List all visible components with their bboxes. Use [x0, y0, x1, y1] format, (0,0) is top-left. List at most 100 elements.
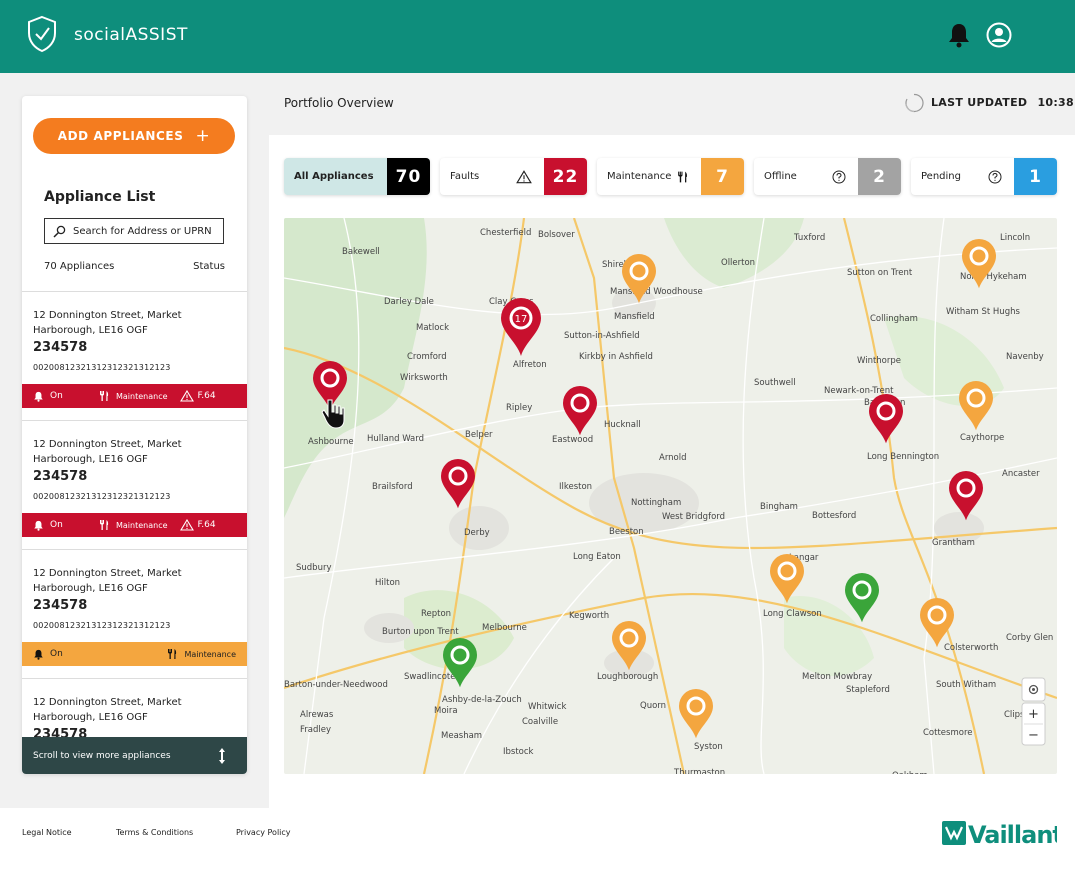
- top-bar: socialASSIST: [0, 0, 1075, 73]
- status-on-label: On: [50, 391, 63, 401]
- map-place-label: Mansfield Woodhouse: [610, 287, 703, 297]
- list-item[interactable]: 12 Donnington Street, Market Harborough,…: [22, 292, 247, 421]
- map-place-label: Caythorpe: [960, 433, 1004, 443]
- appliance-map[interactable]: Chesterfield Bolsover Tuxford Lincoln Bakewe…: [284, 218, 1057, 774]
- svg-text:Vaillant: Vaillant: [968, 821, 1057, 848]
- map-place-label: Chesterfield: [480, 228, 531, 238]
- map-place-label: Darley Dale: [384, 297, 434, 307]
- status-on-label: On: [50, 520, 63, 530]
- appliance-serial: 00200812321312312321312123: [33, 621, 171, 630]
- status-maintenance: Maintenance: [166, 648, 236, 660]
- fault-code: F.64: [197, 520, 216, 530]
- stat-value: 7: [701, 158, 744, 195]
- appliance-address: 12 Donnington Street, Market Harborough,…: [33, 439, 182, 465]
- add-appliances-button[interactable]: ADD APPLIANCES +: [33, 118, 235, 154]
- map-place-label: Coalville: [522, 717, 558, 727]
- user-account-icon[interactable]: [986, 22, 1012, 48]
- zoom-in-button[interactable]: +: [1028, 707, 1039, 722]
- map-place-label: Ashbourne: [308, 437, 354, 447]
- appliance-uprn: 234578: [33, 598, 88, 613]
- plus-icon: +: [195, 126, 211, 146]
- list-item[interactable]: 12 Donnington Street, Market Harborough,…: [22, 421, 247, 550]
- map-place-label: Corby Glen: [1006, 633, 1053, 643]
- stat-offline[interactable]: Offline 2: [754, 158, 901, 195]
- stat-label: Offline: [754, 170, 858, 184]
- map-place-label: Long Eaton: [573, 552, 621, 562]
- map-place-label: Quorn: [640, 701, 666, 711]
- privacy-link[interactable]: Privacy Policy: [236, 828, 291, 837]
- status-bar: On Maintenance F.64: [22, 513, 247, 537]
- status-column-header: Status: [193, 261, 225, 272]
- appliance-list[interactable]: 12 Donnington Street, Market Harborough,…: [22, 291, 247, 774]
- warning-icon: [179, 519, 194, 531]
- map-place-label: Stapleford: [846, 685, 890, 695]
- refresh-icon[interactable]: [904, 93, 924, 113]
- stat-value: 1: [1014, 158, 1057, 195]
- map-place-label: Melbourne: [482, 623, 527, 633]
- appliance-address: 12 Donnington Street, Market Harborough,…: [33, 310, 182, 336]
- map-place-label: Sutton on Trent: [847, 268, 913, 278]
- list-item[interactable]: 12 Donnington Street, Market Harborough,…: [22, 550, 247, 679]
- status-on: On: [33, 649, 98, 660]
- stat-label-text: Offline: [764, 171, 797, 182]
- map-place-label: Ibstock: [503, 747, 534, 757]
- map-place-label: Burton upon Trent: [382, 627, 459, 637]
- appliance-serial: 00200812321312312321312123: [33, 363, 171, 372]
- stat-label: Maintenance: [597, 170, 701, 184]
- status-maintenance-label: Maintenance: [116, 391, 168, 401]
- map-place-label: Collingham: [870, 314, 918, 324]
- map-place-label: Derby: [464, 528, 490, 538]
- scroll-hint[interactable]: Scroll to view more appliances: [22, 737, 247, 774]
- map-place-label: Ripley: [506, 403, 532, 413]
- zoom-out-button[interactable]: −: [1028, 728, 1039, 743]
- status-bar: On Maintenance: [22, 642, 247, 666]
- stat-faults[interactable]: Faults 22: [440, 158, 587, 195]
- notification-bell-icon[interactable]: [947, 22, 971, 48]
- map-canvas[interactable]: Chesterfield Bolsover Tuxford Lincoln Bakewe…: [284, 218, 1057, 774]
- status-on-label: On: [50, 649, 63, 659]
- map-place-label: Witham St Hughs: [946, 307, 1020, 317]
- appliance-uprn: 234578: [33, 469, 88, 484]
- appliance-address: 12 Donnington Street, Market Harborough,…: [33, 568, 182, 594]
- map-place-label: Eastwood: [552, 435, 593, 445]
- legal-notice-link[interactable]: Legal Notice: [22, 828, 72, 837]
- status-maintenance: Maintenance: [98, 390, 168, 402]
- map-place-label: Melton Mowbray: [802, 672, 872, 682]
- map-place-label: Measham: [441, 731, 482, 741]
- map-place-label: Ancaster: [1002, 469, 1040, 479]
- map-place-label: Nottingham: [631, 498, 681, 508]
- stat-label-text: Faults: [450, 171, 480, 182]
- search-placeholder: Search for Address or UPRN: [73, 225, 212, 237]
- stat-label: Pending: [911, 170, 1014, 184]
- appliance-address: 12 Donnington Street, Market Harborough,…: [33, 697, 182, 723]
- stat-all-appliances[interactable]: All Appliances 70: [284, 158, 430, 195]
- map-place-label: Cromford: [407, 352, 447, 362]
- status-maintenance-label: Maintenance: [116, 520, 168, 530]
- warning-icon: [516, 169, 532, 183]
- scroll-hint-label: Scroll to view more appliances: [33, 750, 171, 761]
- tools-icon: [100, 520, 109, 530]
- tools-icon: [678, 171, 687, 182]
- map-place-label: Matlock: [416, 323, 449, 333]
- map-place-label: Loughborough: [597, 672, 658, 682]
- bell-icon: [34, 649, 43, 660]
- map-place-label: Wirksworth: [400, 373, 448, 383]
- vaillant-logo: Vaillant: [942, 821, 1057, 848]
- terms-link[interactable]: Terms & Conditions: [116, 828, 193, 837]
- cluster-count: 17: [515, 314, 528, 325]
- stat-value: 70: [387, 158, 430, 195]
- status-maintenance: Maintenance: [98, 519, 168, 531]
- map-place-label: Mansfield: [614, 312, 655, 322]
- map-place-label: Bolsover: [538, 230, 575, 240]
- map-place-label: Arnold: [659, 453, 687, 463]
- help-icon: [832, 170, 846, 183]
- map-place-label: Oakham: [892, 771, 928, 774]
- map-place-label: Ashby-de-la-Zouch: [442, 695, 522, 705]
- stat-label-text: All Appliances: [294, 171, 374, 182]
- map-place-label: West Bridgford: [662, 512, 725, 522]
- stat-maintenance[interactable]: Maintenance 7: [597, 158, 744, 195]
- stat-pending[interactable]: Pending 1: [911, 158, 1057, 195]
- bell-icon: [34, 520, 43, 531]
- search-input[interactable]: Search for Address or UPRN: [44, 218, 224, 244]
- bell-icon: [34, 391, 43, 402]
